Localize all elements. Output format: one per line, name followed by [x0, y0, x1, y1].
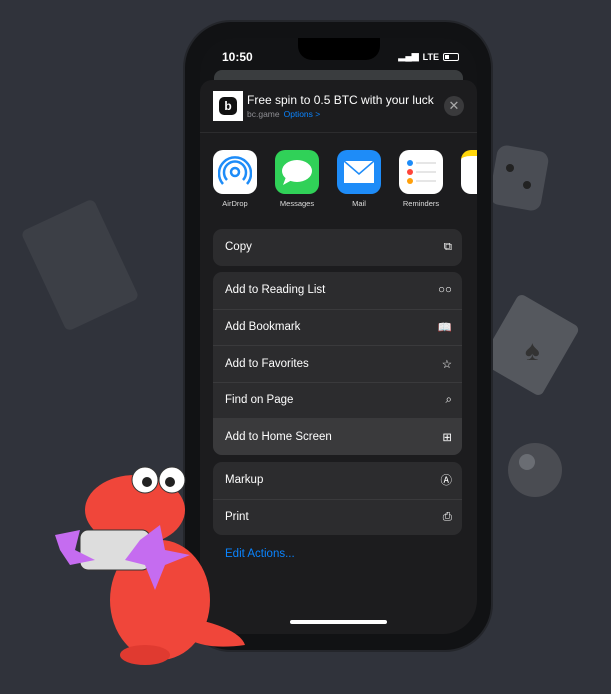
- dragon-mascot: [55, 466, 245, 665]
- add-square-icon: ⊞: [442, 431, 452, 444]
- app-mail[interactable]: Mail: [337, 150, 381, 208]
- printer-icon: ⎙: [442, 510, 452, 523]
- share-site: bc.game: [247, 109, 280, 119]
- action-add-to-reading-list[interactable]: Add to Reading List ○○: [213, 272, 462, 309]
- app-airdrop[interactable]: AirDrop: [213, 150, 257, 208]
- mail-icon: [337, 150, 381, 194]
- airdrop-icon: [213, 150, 257, 194]
- app-reminders[interactable]: Reminders: [399, 150, 443, 208]
- app-messages[interactable]: Messages: [275, 150, 319, 208]
- notes-icon: [461, 150, 477, 194]
- ball-decoration: [508, 443, 562, 497]
- action-copy[interactable]: Copy ⧉: [213, 229, 462, 266]
- svg-text:♠: ♠: [525, 335, 540, 366]
- divider: [200, 132, 477, 133]
- action-print[interactable]: Print ⎙: [213, 498, 462, 536]
- extension-group: Markup Ⓐ Print ⎙: [213, 462, 462, 535]
- share-title: Free spin to 0.5 BTC with your luck: [247, 93, 434, 107]
- card-decoration: [22, 200, 138, 330]
- app-row: AirDrop Messages Mail Reminders: [213, 150, 477, 208]
- markup-icon: Ⓐ: [440, 475, 453, 488]
- battery-icon: [443, 52, 459, 61]
- action-add-to-home-screen[interactable]: Add to Home Screen ⊞: [213, 418, 462, 455]
- copy-icon: ⧉: [443, 240, 452, 253]
- glasses-icon: ○○: [438, 284, 452, 297]
- app-notes[interactable]: [461, 150, 477, 208]
- options-link[interactable]: Options >: [284, 109, 321, 119]
- status-bar: ▂▄▆ LTE: [398, 51, 459, 62]
- search-icon: ⌕: [445, 393, 452, 406]
- share-header: b Free spin to 0.5 BTC with your luck bc…: [213, 88, 464, 124]
- network-label: LTE: [422, 51, 439, 62]
- notch: [298, 38, 380, 60]
- dice-decoration: [489, 145, 549, 211]
- reminders-icon: [399, 150, 443, 194]
- messages-icon: [275, 150, 319, 194]
- copy-group: Copy ⧉: [213, 229, 462, 266]
- action-find-on-page[interactable]: Find on Page ⌕: [213, 381, 462, 419]
- status-time: 10:50: [222, 50, 253, 64]
- site-logo: b: [213, 91, 243, 121]
- safari-actions-group: Add to Reading List ○○ Add Bookmark 📖 Add …: [213, 272, 462, 455]
- action-markup[interactable]: Markup Ⓐ: [213, 462, 462, 499]
- star-icon: ☆: [441, 358, 452, 371]
- action-add-bookmark[interactable]: Add Bookmark 📖: [213, 308, 462, 346]
- signal-icon: ▂▄▆: [398, 51, 419, 61]
- home-indicator[interactable]: [290, 620, 387, 624]
- close-button[interactable]: ✕: [444, 96, 464, 116]
- action-add-to-favorites[interactable]: Add to Favorites ☆: [213, 345, 462, 382]
- book-icon: 📖: [437, 322, 452, 335]
